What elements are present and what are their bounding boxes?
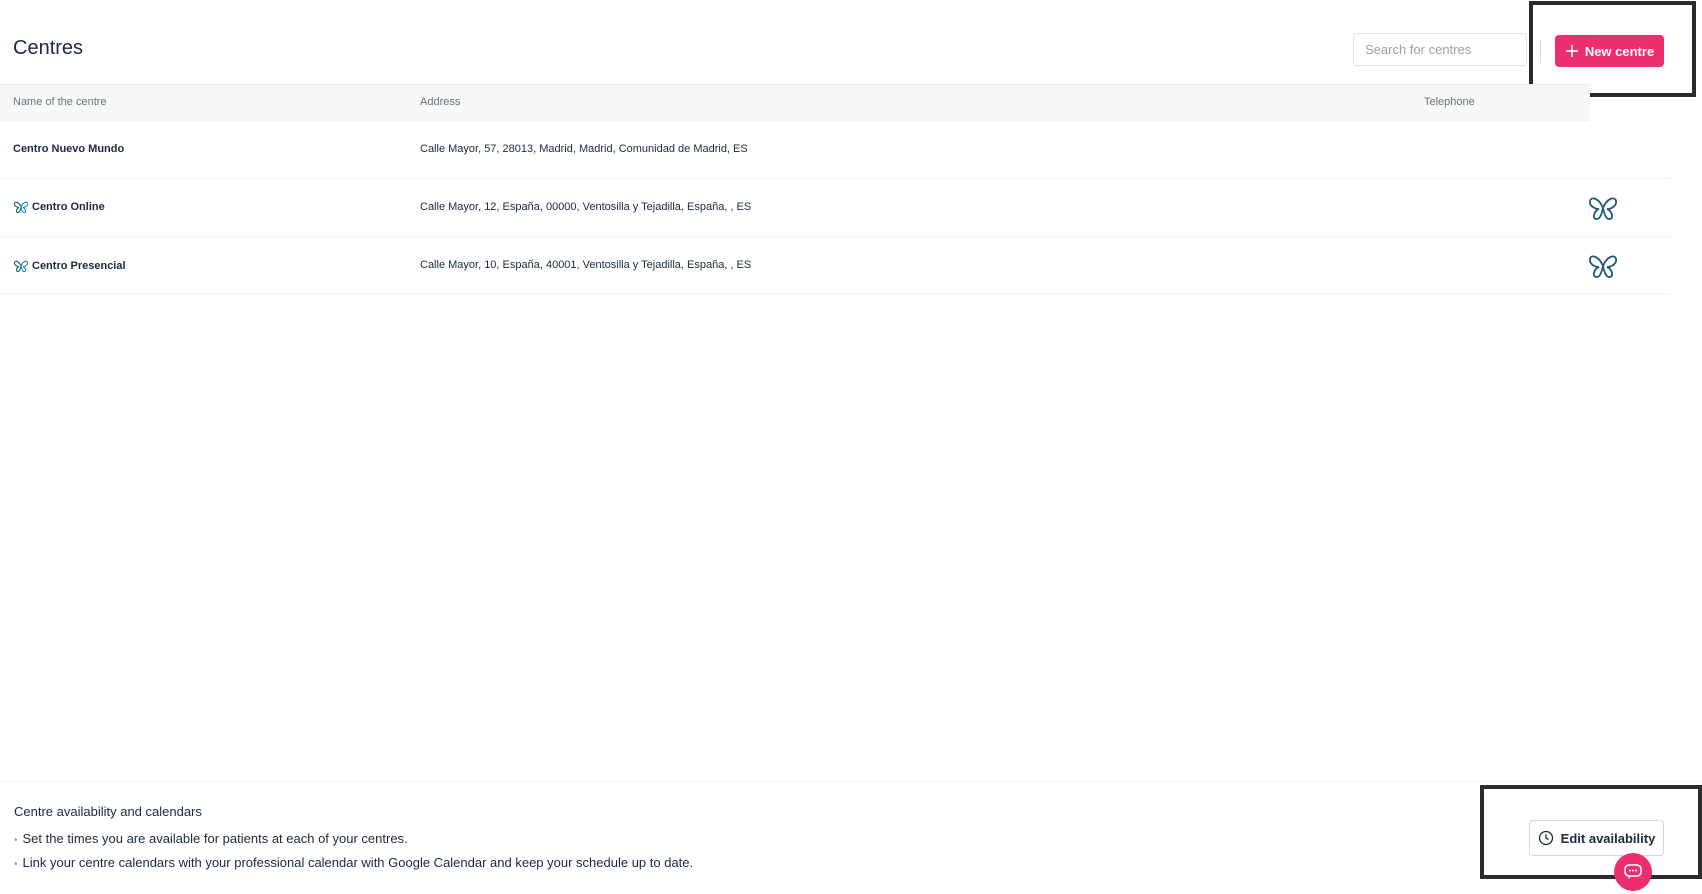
search-box[interactable] (1353, 33, 1527, 66)
table-row[interactable]: Centro Online Calle Mayor, 12, España, 0… (0, 179, 1670, 237)
centre-name: Centro Online (13, 200, 105, 214)
availability-panel: Centre availability and calendars • Set t… (0, 781, 1702, 894)
centre-name-text: Centro Online (32, 201, 105, 213)
bullet-text: Set the times you are available for pati… (22, 831, 408, 846)
bullet-dot: • (14, 859, 18, 870)
butterfly-logo-icon (1589, 255, 1617, 278)
column-header-name: Name of the centre (13, 96, 107, 108)
table-row[interactable]: Centro Presencial Calle Mayor, 10, Españ… (0, 237, 1670, 295)
centre-name: Centro Presencial (13, 259, 126, 273)
centre-address: Calle Mayor, 12, España, 00000, Ventosil… (420, 201, 752, 213)
centre-name-text: Centro Nuevo Mundo (13, 143, 125, 155)
search-input[interactable] (1354, 34, 1515, 65)
availability-bullet: • Link your centre calendars with your pr… (14, 855, 693, 870)
butterfly-logo-icon (1589, 197, 1617, 220)
highlight-box-new-centre (1529, 1, 1696, 97)
availability-title: Centre availability and calendars (14, 804, 202, 819)
highlight-box-edit-availability (1480, 785, 1702, 879)
butterfly-logo-icon (13, 260, 29, 273)
table-header: Name of the centre Address Telephone (0, 84, 1590, 121)
bullet-dot: • (14, 835, 18, 846)
centre-address: Calle Mayor, 10, España, 40001, Ventosil… (420, 259, 752, 271)
bullet-text: Link your centre calendars with your pro… (22, 855, 694, 870)
chat-icon (1624, 864, 1642, 879)
column-header-telephone: Telephone (1424, 96, 1475, 108)
page-header: Centres New centre (0, 0, 1702, 84)
centre-address: Calle Mayor, 57, 28013, Madrid, Madrid, … (420, 143, 748, 155)
centre-name-text: Centro Presencial (32, 260, 126, 272)
centre-name: Centro Nuevo Mundo (13, 143, 124, 155)
page-title: Centres (13, 37, 84, 59)
table-row[interactable]: Centro Nuevo Mundo Calle Mayor, 57, 2801… (0, 121, 1670, 179)
column-header-address: Address (420, 96, 461, 108)
availability-bullet: • Set the times you are available for pat… (14, 831, 408, 846)
chat-button[interactable] (1614, 853, 1652, 891)
butterfly-logo-icon (13, 201, 29, 214)
